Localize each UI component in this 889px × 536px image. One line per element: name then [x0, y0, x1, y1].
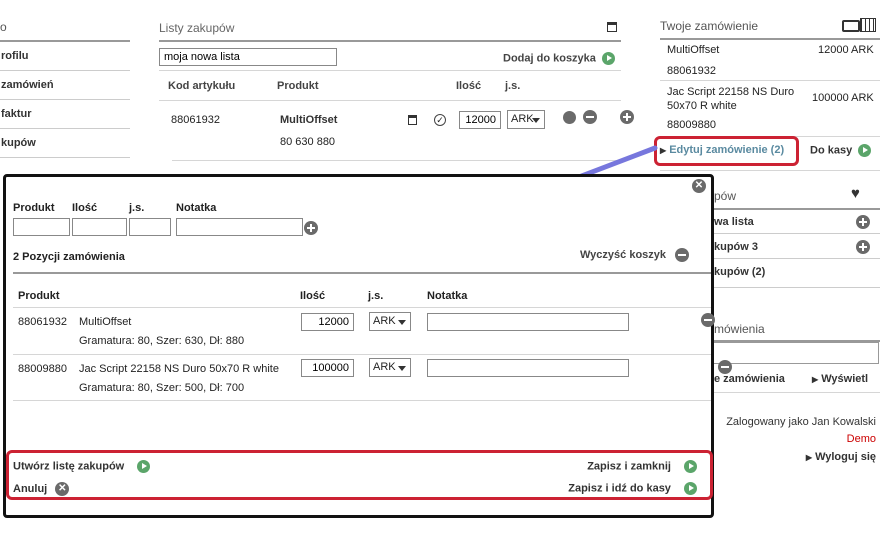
- add-item-icon[interactable]: [304, 221, 318, 235]
- row-code: 88061932: [171, 114, 220, 126]
- shopping-list-rule: [159, 40, 621, 42]
- edit-order-dialog: ✕ Produkt Ilość j.s. Notatka 2 Pozycji z…: [3, 174, 733, 518]
- edit-icon[interactable]: [563, 111, 576, 124]
- item-note-input[interactable]: [427, 313, 629, 331]
- new-product-input[interactable]: [13, 218, 70, 236]
- remove-icon: [675, 248, 690, 262]
- checkout-link[interactable]: Do kasy: [810, 144, 872, 157]
- col-unit: j.s.: [368, 290, 384, 302]
- highlight-footer-actions: [6, 450, 713, 500]
- orders-header: mówienia: [714, 322, 765, 336]
- check-icon[interactable]: ✓: [434, 114, 446, 126]
- order-item-name: Jac Script 22158 NS Duro 50x70 R white: [667, 86, 795, 112]
- col-note: Notatka: [427, 290, 468, 302]
- clear-cart-label: Wyczyść koszyk: [580, 248, 667, 261]
- form-label-unit: j.s.: [129, 202, 145, 214]
- orders-link[interactable]: e zamówienia: [714, 373, 785, 385]
- order-item-code: 88061932: [667, 65, 716, 77]
- order-item-code: 88009880: [667, 119, 716, 131]
- view-orders-label: Wyświetl: [821, 373, 869, 385]
- col-product: Produkt: [18, 290, 60, 302]
- heart-icon[interactable]: ♥: [851, 185, 860, 202]
- add-to-cart-label: Dodaj do koszyka: [503, 52, 596, 65]
- remove-item-icon[interactable]: [718, 360, 733, 374]
- row-product: MultiOffset: [280, 114, 338, 126]
- item-unit-value: ARK: [373, 315, 396, 327]
- logout-label: Wyloguj się: [815, 451, 876, 463]
- item-spec: Gramatura: 80, Szer: 500, Dł: 700: [79, 382, 245, 394]
- order-item-qty: 100000 ARK: [812, 92, 874, 104]
- sidebar-list-item[interactable]: kupów 3: [714, 235, 880, 259]
- row-product-code: 80 630 880: [280, 136, 336, 148]
- col-qty: Ilość: [300, 290, 326, 302]
- item-note-input[interactable]: [427, 359, 629, 377]
- remove-icon[interactable]: [583, 110, 597, 124]
- chevron-down-icon: [532, 118, 540, 123]
- item-unit-value: ARK: [373, 361, 396, 373]
- col-qty: Ilość: [456, 80, 482, 92]
- list-name-input[interactable]: [159, 48, 337, 66]
- col-unit: j.s.: [505, 80, 521, 92]
- add-to-cart-link[interactable]: Dodaj do koszyka: [503, 52, 615, 65]
- col-product: Produkt: [277, 80, 319, 92]
- left-nav-item-profile[interactable]: rofilu: [0, 42, 130, 71]
- new-note-input[interactable]: [176, 218, 303, 236]
- go-arrow-icon: [858, 144, 872, 157]
- sidebar-list-label: wa lista: [714, 216, 754, 228]
- clear-cart-link[interactable]: Wyczyść koszyk: [580, 248, 690, 262]
- form-label-note: Notatka: [176, 202, 217, 214]
- order-count-title: 2 Pozycji zamówienia: [13, 251, 125, 263]
- view-orders-link[interactable]: ▶ Wyświetl: [812, 373, 868, 385]
- left-nav-item-orders[interactable]: zamówień: [0, 71, 130, 100]
- new-unit-input[interactable]: [129, 218, 171, 236]
- logout-link[interactable]: ▶ Wyloguj się: [806, 451, 876, 463]
- row-qty-input[interactable]: [459, 111, 501, 129]
- order-item-name: MultiOffset: [667, 44, 720, 56]
- details-icon[interactable]: [408, 115, 417, 125]
- col-code: Kod artykułu: [168, 80, 236, 92]
- item-name: MultiOffset: [79, 316, 132, 328]
- logged-in-text: Zalogowany jako Jan Kowalski: [726, 416, 876, 428]
- print-icon[interactable]: [607, 22, 617, 32]
- sidebar-list-label: kupów (2): [714, 266, 766, 278]
- lists-header: pów: [714, 189, 737, 203]
- item-unit-select[interactable]: ARK: [369, 312, 411, 331]
- demo-company: Demo: [846, 433, 876, 445]
- sidebar-list-item[interactable]: kupów (2): [714, 260, 880, 288]
- item-unit-select[interactable]: ARK: [369, 358, 411, 377]
- order-title: Twoje zamówienie: [660, 19, 759, 33]
- go-arrow-icon: [601, 52, 615, 65]
- left-nav-header: o: [0, 20, 7, 34]
- chevron-down-icon: [398, 366, 406, 371]
- item-qty-input[interactable]: [301, 313, 354, 331]
- sidebar-list-label: kupów 3: [714, 241, 759, 253]
- close-icon[interactable]: ✕: [692, 179, 706, 193]
- left-nav-item-invoices[interactable]: faktur: [0, 100, 130, 129]
- highlight-edit-order: [654, 136, 799, 166]
- add-icon[interactable]: [856, 240, 870, 254]
- form-label-qty: Ilość: [72, 202, 98, 214]
- item-name: Jac Script 22158 NS Duro 50x70 R white: [79, 363, 279, 375]
- order-search-input[interactable]: [714, 342, 879, 364]
- item-code: 88009880: [18, 363, 67, 375]
- left-nav-item-shopping-lists[interactable]: kupów: [0, 129, 130, 158]
- item-qty-input[interactable]: [301, 359, 354, 377]
- add-icon[interactable]: [620, 110, 635, 124]
- add-icon[interactable]: [856, 215, 870, 229]
- item-spec: Gramatura: 80, Szer: 630, Dł: 880: [79, 335, 245, 347]
- row-unit-value: ARK: [511, 113, 534, 125]
- shopping-list-title: Listy zakupów: [159, 21, 235, 35]
- item-code: 88061932: [18, 316, 67, 328]
- order-item-qty: 12000 ARK: [818, 44, 874, 56]
- sidebar-list-item[interactable]: wa lista: [714, 210, 880, 234]
- checkout-label: Do kasy: [810, 144, 853, 157]
- cart-icon: [842, 16, 878, 34]
- remove-item-icon[interactable]: [701, 313, 716, 327]
- chevron-down-icon: [398, 320, 406, 325]
- row-unit-select[interactable]: ARK: [507, 110, 545, 129]
- form-label-product: Produkt: [13, 202, 55, 214]
- new-qty-input[interactable]: [72, 218, 127, 236]
